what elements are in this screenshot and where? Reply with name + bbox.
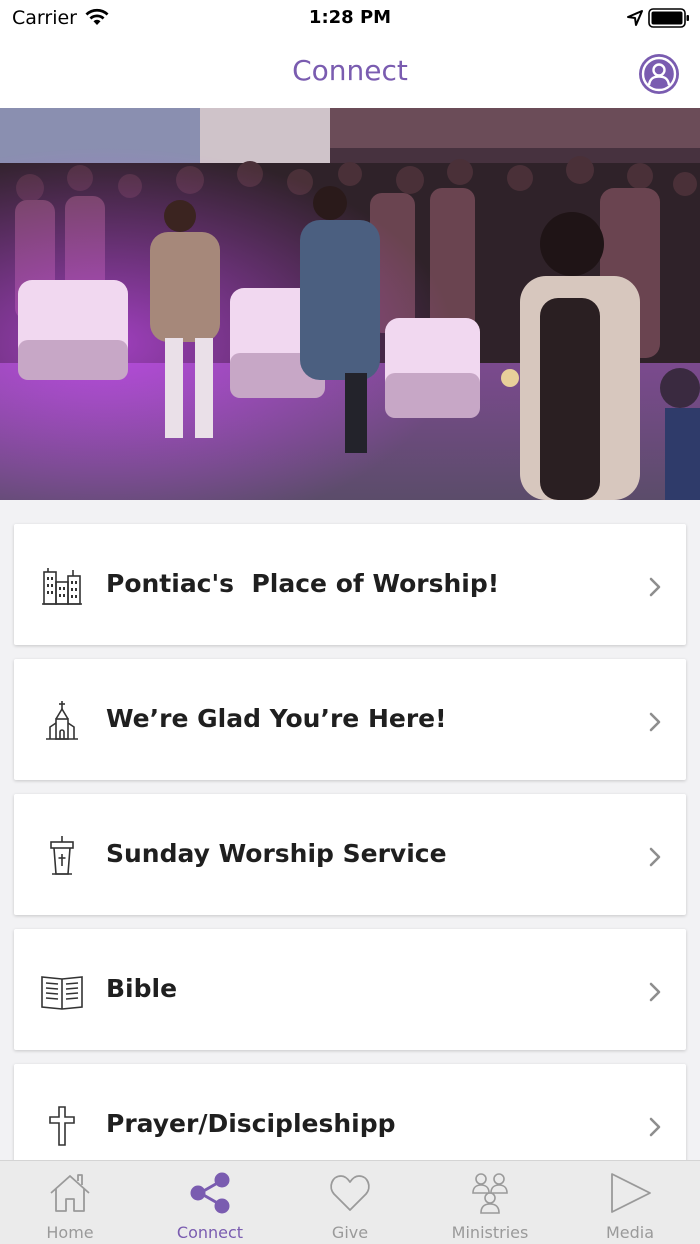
tab-label: Media	[605, 1223, 655, 1242]
card-glad-youre-here[interactable]: We’re Glad You’re Here!	[14, 659, 686, 780]
heart-icon	[330, 1175, 370, 1211]
play-icon	[611, 1173, 651, 1213]
chevron-right-icon	[649, 847, 661, 867]
card-sunday-worship[interactable]: Sunday Worship Service	[14, 794, 686, 915]
battery-icon	[648, 8, 689, 28]
home-icon	[50, 1174, 90, 1212]
status-time: 1:28 PM	[308, 7, 392, 28]
tab-bar: Home Connect Give Ministries Media	[0, 1160, 700, 1244]
chevron-right-icon	[649, 577, 661, 597]
nav-bar: Connect	[0, 36, 700, 108]
card-label: Prayer/Discipleshipp	[106, 1109, 396, 1138]
church-icon	[46, 701, 78, 740]
card-label: Bible	[106, 974, 178, 1003]
menu-list: Pontiac's Place of Worship! We’re Glad Y…	[0, 500, 700, 1160]
card-place-of-worship[interactable]: Pontiac's Place of Worship!	[14, 524, 686, 645]
cross-icon	[49, 1106, 75, 1146]
chevron-right-icon	[649, 712, 661, 732]
buildings-icon	[42, 568, 82, 605]
people-icon	[472, 1173, 508, 1214]
tab-label: Give	[331, 1223, 369, 1242]
tab-label: Ministries	[451, 1223, 529, 1242]
card-label: Sunday Worship Service	[106, 839, 447, 868]
chevron-right-icon	[649, 982, 661, 1002]
profile-button[interactable]	[639, 54, 679, 94]
pulpit-icon	[50, 836, 74, 875]
card-label: We’re Glad You’re Here!	[106, 704, 447, 733]
tab-label: Home	[46, 1223, 94, 1242]
card-label: Pontiac's Place of Worship!	[106, 569, 500, 598]
share-icon	[190, 1172, 230, 1214]
location-icon	[627, 10, 643, 26]
page-title: Connect	[292, 54, 408, 87]
tab-media[interactable]: Media	[560, 1161, 700, 1244]
status-bar: Carrier 1:28 PM	[0, 0, 700, 36]
hero-image	[0, 108, 700, 500]
tab-give[interactable]: Give	[280, 1161, 420, 1244]
chevron-right-icon	[649, 1117, 661, 1137]
bible-icon	[41, 976, 83, 1010]
tab-connect[interactable]: Connect	[140, 1161, 280, 1244]
tab-label: Connect	[176, 1223, 244, 1242]
tab-home[interactable]: Home	[0, 1161, 140, 1244]
user-icon	[641, 56, 677, 92]
card-bible[interactable]: Bible	[14, 929, 686, 1050]
tab-ministries[interactable]: Ministries	[420, 1161, 560, 1244]
card-prayer-discipleship[interactable]: Prayer/Discipleshipp	[14, 1064, 686, 1160]
worship-photo	[0, 108, 700, 500]
